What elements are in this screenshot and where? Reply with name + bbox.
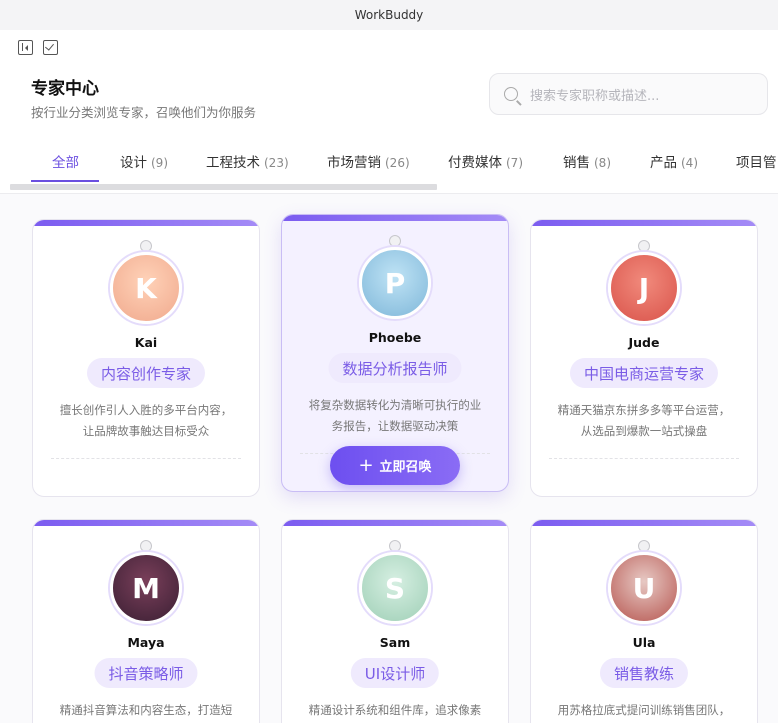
expert-description: 精通设计系统和组件库，追求像素	[308, 703, 482, 717]
summon-button[interactable]: + 立即召唤	[330, 446, 460, 485]
expert-card-maya[interactable]: M Maya 抖音策略师 精通抖音算法和内容生态，打造短	[32, 519, 260, 723]
active-tab-indicator	[31, 180, 99, 182]
tab-paid-media[interactable]: 付费媒体 (7)	[448, 151, 523, 171]
coach-avatar-icon: U	[608, 552, 680, 624]
page-subtitle: 按行业分类浏览专家，召唤他们为你服务	[31, 105, 257, 120]
card-accent-bar	[33, 520, 259, 526]
plus-icon: +	[358, 454, 374, 476]
expert-card-phoebe[interactable]: P Phoebe 数据分析报告师 将复杂数据转化为清晰可执行的业 务报告，让数据…	[281, 214, 509, 492]
search-input[interactable]: 搜索专家职称或描述...	[489, 73, 768, 115]
expert-name: Sam	[379, 635, 411, 650]
search-icon	[504, 87, 518, 101]
expert-card-kai[interactable]: K Kai 内容创作专家 擅长创作引人入胜的多平台内容， 让品牌故事触达目标受众	[32, 219, 260, 497]
expert-role-badge: 抖音策略师	[94, 658, 198, 688]
sidebar-toggle-icon[interactable]	[18, 40, 33, 55]
expert-card-ula[interactable]: U Ula 销售教练 用苏格拉底式提问训练销售团队，	[530, 519, 758, 723]
card-divider	[51, 458, 241, 459]
tabs-scrollbar[interactable]	[10, 184, 437, 190]
card-divider	[549, 458, 739, 459]
tab-marketing[interactable]: 市场营销 (26)	[327, 151, 410, 171]
expert-description: 将复杂数据转化为清晰可执行的业 务报告，让数据驱动决策	[308, 398, 482, 433]
card-accent-bar	[33, 220, 259, 226]
category-tabs: 全部 设计 (9) 工程技术 (23) 市场营销 (26) 付费媒体 (7) 销售 (8)…	[0, 138, 778, 182]
expert-card-jude[interactable]: J Jude 中国电商运营专家 精通天猫京东拼多多等平台运营， 从选品到爆款一站…	[530, 219, 758, 497]
card-accent-bar	[282, 520, 508, 526]
pin-icon	[140, 240, 152, 252]
tab-project-management[interactable]: 项目管	[736, 151, 777, 171]
expert-role-badge: 中国电商运营专家	[569, 358, 719, 388]
expert-description: 精通天猫京东拼多多等平台运营， 从选品到爆款一站式操盘	[557, 403, 731, 438]
expert-description: 擅长创作引人入胜的多平台内容， 让品牌故事触达目标受众	[59, 403, 233, 438]
expert-name: Maya	[127, 635, 165, 650]
pin-icon	[638, 240, 650, 252]
expert-name: Kai	[134, 335, 158, 350]
card-accent-bar	[531, 520, 757, 526]
tab-sales[interactable]: 销售 (8)	[563, 151, 611, 171]
expert-card-sam[interactable]: S Sam UI设计师 精通设计系统和组件库，追求像素	[281, 519, 509, 723]
pin-icon	[638, 540, 650, 552]
expert-role-badge: 内容创作专家	[86, 358, 206, 388]
expert-role-badge: 销售教练	[599, 658, 689, 688]
ecommerce-avatar-icon: J	[608, 252, 680, 324]
search-placeholder: 搜索专家职称或描述...	[530, 88, 660, 104]
designer-avatar-icon: S	[359, 552, 431, 624]
tab-product[interactable]: 产品 (4)	[650, 151, 698, 171]
window-titlebar: WorkBuddy	[0, 0, 778, 30]
analyst-avatar-icon: P	[359, 247, 431, 319]
expert-name: Jude	[628, 335, 660, 350]
expert-role-badge: UI设计师	[350, 658, 440, 688]
tab-design[interactable]: 设计 (9)	[120, 151, 168, 171]
expert-description: 用苏格拉底式提问训练销售团队，	[557, 703, 731, 717]
card-accent-bar	[531, 220, 757, 226]
pin-icon	[389, 540, 401, 552]
expert-role-badge: 数据分析报告师	[328, 353, 462, 383]
window-title: WorkBuddy	[354, 8, 424, 22]
tab-all[interactable]: 全部	[52, 151, 79, 171]
page-title: 专家中心	[31, 79, 99, 99]
pin-icon	[140, 540, 152, 552]
expert-name: Phoebe	[368, 330, 422, 345]
douyin-avatar-icon: M	[110, 552, 182, 624]
tab-engineering[interactable]: 工程技术 (23)	[206, 151, 289, 171]
card-accent-bar	[282, 215, 508, 221]
checkbox-icon[interactable]	[43, 40, 58, 55]
expert-description: 精通抖音算法和内容生态，打造短	[59, 703, 233, 717]
expert-name: Ula	[632, 635, 656, 650]
creator-avatar-icon: K	[110, 252, 182, 324]
expert-grid: K Kai 内容创作专家 擅长创作引人入胜的多平台内容， 让品牌故事触达目标受众…	[0, 194, 778, 723]
pin-icon	[389, 235, 401, 247]
toolbar	[18, 40, 58, 55]
